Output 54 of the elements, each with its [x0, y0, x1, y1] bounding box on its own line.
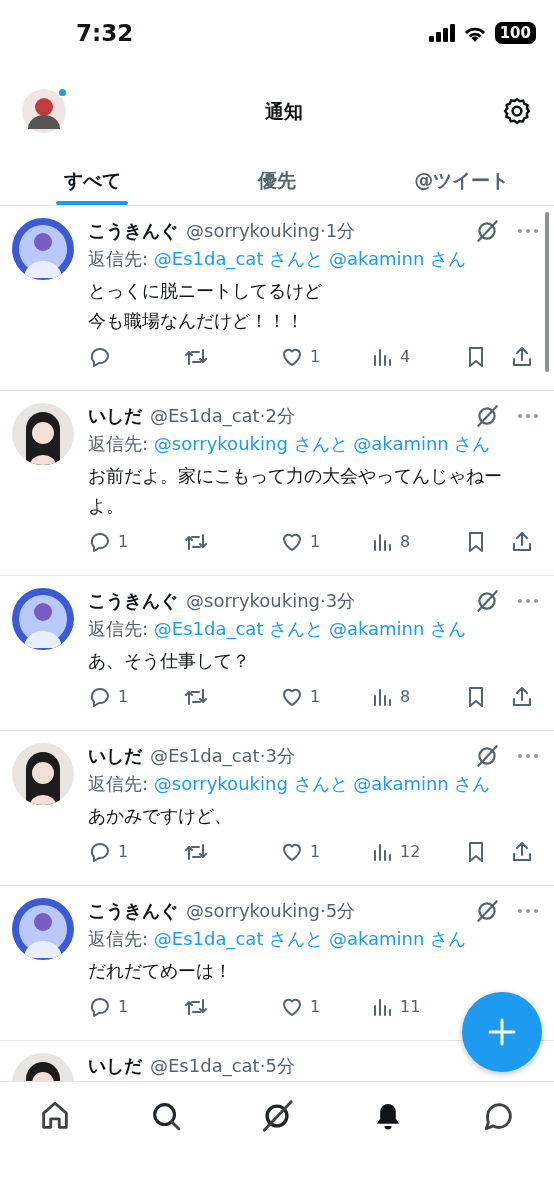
like-button[interactable]: 1: [280, 840, 321, 864]
views-button[interactable]: 8: [370, 685, 411, 709]
mention-link[interactable]: @Es1da_cat さんと @akaminn さん: [153, 248, 467, 269]
views-button[interactable]: 4: [370, 345, 411, 369]
mention-link[interactable]: @Es1da_cat さんと @akaminn さん: [153, 618, 467, 639]
like-button[interactable]: 1: [280, 995, 321, 1019]
post-text: とっくに脱ニートしてるけど: [88, 279, 323, 303]
mention-link[interactable]: @sorrykouking さんと @akaminn さん: [153, 433, 491, 454]
post-text: だれだてめーは！: [88, 959, 233, 983]
user-handle: @sorrykouking: [186, 219, 320, 243]
status-time: 7:32: [76, 18, 134, 48]
views-button[interactable]: 12: [370, 840, 421, 864]
reply-button[interactable]: 1: [88, 995, 129, 1019]
views-button[interactable]: 11: [370, 995, 421, 1019]
mention-link[interactable]: @sorrykouking さんと @akaminn さん: [153, 773, 491, 794]
post-text: 今も職場なんだけど！！！: [88, 309, 305, 333]
post-time: ·5分: [320, 899, 356, 923]
reply-label: 返信先:: [88, 773, 149, 794]
post-text: お前だよ。家にこもって力の大会やってんじゃねーよ。: [88, 464, 503, 518]
reply-button[interactable]: 1: [88, 840, 129, 864]
reply-label: 返信先:: [88, 618, 149, 639]
user-handle: @sorrykouking: [186, 589, 320, 613]
like-button[interactable]: 1: [280, 345, 321, 369]
user-name[interactable]: こうきんぐ: [88, 218, 178, 244]
tab[interactable]: @ツイート: [369, 156, 554, 205]
post-time: ·2分: [259, 404, 295, 428]
like-button[interactable]: 1: [280, 530, 321, 554]
reply-button[interactable]: 1: [88, 685, 129, 709]
post-text: あ、そう仕事して？: [88, 649, 251, 673]
views-button[interactable]: 8: [370, 530, 411, 554]
post-time: ·3分: [259, 744, 295, 768]
post-time: ·3分: [320, 589, 356, 613]
user-name[interactable]: いしだ: [88, 1053, 142, 1079]
page-title: 通知: [265, 98, 303, 124]
user-handle: @Es1da_cat: [150, 404, 260, 429]
tab[interactable]: すべて: [0, 156, 185, 205]
user-name[interactable]: こうきんぐ: [88, 588, 178, 614]
reply-button[interactable]: 1: [88, 530, 129, 554]
post-text: あかみですけど、: [88, 804, 233, 828]
post-time: ·1分: [320, 219, 356, 243]
user-handle: @sorrykouking: [186, 899, 320, 923]
user-handle: @Es1da_cat: [150, 744, 260, 769]
reply-label: 返信先:: [88, 248, 149, 269]
user-name[interactable]: こうきんぐ: [88, 898, 178, 924]
reply-label: 返信先:: [88, 928, 149, 949]
user-name[interactable]: いしだ: [88, 403, 142, 429]
user-handle: @Es1da_cat: [150, 1054, 260, 1079]
mention-link[interactable]: @Es1da_cat さんと @akaminn さん: [153, 928, 467, 949]
tab[interactable]: 優先: [184, 156, 370, 205]
reply-label: 返信先:: [88, 433, 149, 454]
user-name[interactable]: いしだ: [88, 743, 142, 769]
battery-level: 100: [494, 22, 536, 44]
post-time: ·5分: [259, 1054, 295, 1078]
like-button[interactable]: 1: [280, 685, 321, 709]
